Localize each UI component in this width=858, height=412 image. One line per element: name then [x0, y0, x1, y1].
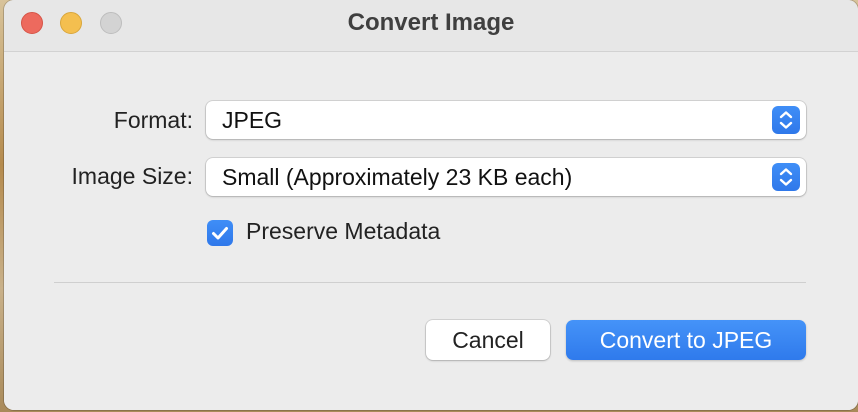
- preserve-metadata-label[interactable]: Preserve Metadata: [246, 218, 440, 245]
- title-bar: Convert Image: [4, 0, 858, 52]
- window-title: Convert Image: [347, 9, 515, 36]
- separator: [54, 282, 806, 283]
- up-down-chevron-icon: [772, 163, 800, 191]
- checkmark-icon: [212, 227, 228, 240]
- format-label: Format:: [113, 107, 193, 133]
- convert-to-jpeg-button[interactable]: Convert to JPEG: [566, 320, 806, 360]
- dialog-content: Format: JPEG Image Size: Small (Approxim…: [4, 52, 858, 410]
- image-size-value: Small (Approximately 23 KB each): [222, 164, 573, 190]
- cancel-button[interactable]: Cancel: [426, 320, 550, 360]
- format-value: JPEG: [222, 107, 283, 133]
- format-popup[interactable]: JPEG: [206, 101, 806, 139]
- image-size-label: Image Size:: [71, 163, 193, 189]
- preserve-metadata-checkbox[interactable]: [207, 220, 233, 246]
- convert-image-dialog: Convert Image Format: JPEG Image Size: S…: [4, 0, 858, 410]
- image-size-popup[interactable]: Small (Approximately 23 KB each): [206, 158, 806, 196]
- up-down-chevron-icon: [772, 106, 800, 134]
